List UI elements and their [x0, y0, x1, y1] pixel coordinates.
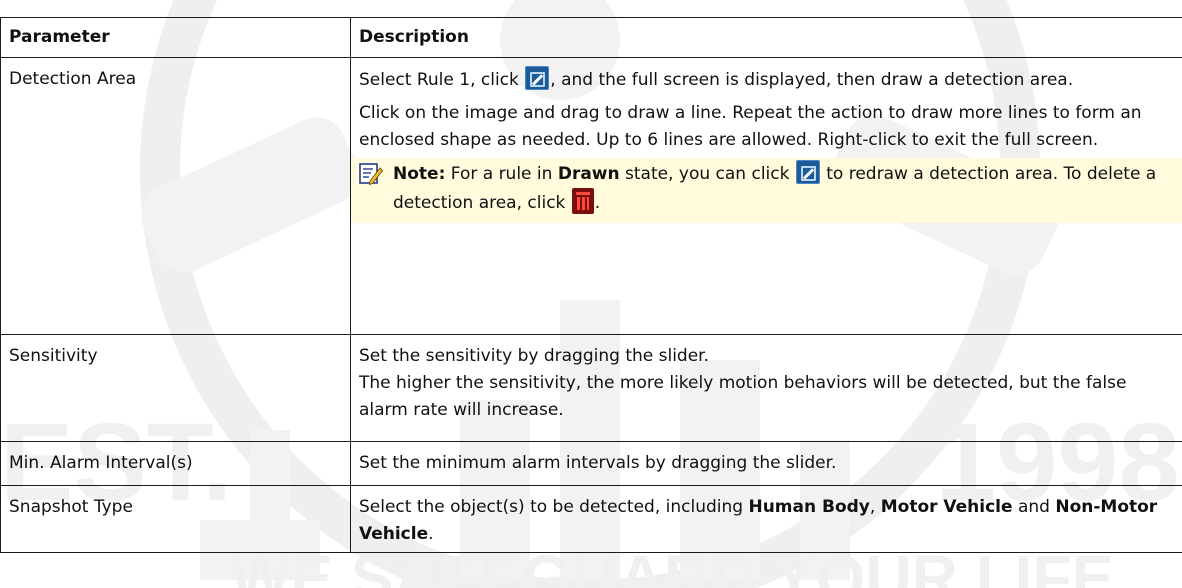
detection-text-a: Select Rule 1, click	[359, 70, 525, 90]
param-snapshot-type: Snapshot Type	[0, 485, 351, 553]
table-row-sensitivity: Sensitivity Set the sensitivity by dragg…	[0, 334, 1182, 442]
snapshot-text-e: and	[1012, 497, 1056, 517]
sensitivity-para-1: Set the sensitivity by dragging the slid…	[359, 346, 710, 366]
detection-para-1: Select Rule 1, click , and the full scre…	[359, 66, 1174, 94]
note-text-c: state, you can click	[619, 164, 795, 184]
note-text: Note: For a rule in Drawn state, you can…	[393, 160, 1174, 217]
table-header-row: Parameter Description	[0, 17, 1182, 58]
snapshot-text-a: Select the object(s) to be detected, inc…	[359, 497, 749, 517]
table-row-snapshot-type: Snapshot Type Select the object(s) to be…	[0, 485, 1182, 553]
note-label: Note:	[393, 164, 446, 184]
note-pencil-icon	[359, 163, 383, 186]
table-row-detection-area: Detection Area Select Rule 1, click , an…	[0, 57, 1182, 335]
header-parameter: Parameter	[0, 17, 351, 58]
detection-para-2: Click on the image and drag to draw a li…	[359, 103, 1142, 150]
table-row-min-alarm-interval: Min. Alarm Interval(s) Set the minimum a…	[0, 441, 1182, 486]
edit-area-icon	[795, 160, 820, 184]
snapshot-human-body: Human Body	[748, 497, 870, 517]
delete-area-icon	[571, 188, 594, 214]
header-description: Description	[350, 17, 1182, 58]
note-text-a: For a rule in	[445, 164, 558, 184]
param-detection-area: Detection Area	[0, 57, 351, 335]
desc-min-alarm-interval: Set the minimum alarm intervals by dragg…	[350, 441, 1182, 486]
param-min-alarm-interval: Min. Alarm Interval(s)	[0, 441, 351, 486]
note-text-e: .	[594, 193, 601, 213]
snapshot-text-g: .	[428, 524, 434, 544]
note-drawn-term: Drawn	[557, 164, 620, 184]
parameter-table: Parameter Description Detection Area Sel…	[0, 17, 1182, 553]
snapshot-motor-vehicle: Motor Vehicle	[880, 497, 1013, 517]
edit-area-icon	[525, 66, 550, 90]
param-sensitivity: Sensitivity	[0, 334, 351, 442]
note-box: Note: For a rule in Drawn state, you can…	[351, 158, 1182, 223]
snapshot-text-c: ,	[869, 497, 881, 517]
note-line: Note: For a rule in Drawn state, you can…	[359, 160, 1174, 217]
desc-detection-area: Select Rule 1, click , and the full scre…	[350, 57, 1182, 335]
detection-text-b: , and the full screen is displayed, then…	[550, 70, 1074, 90]
desc-sensitivity: Set the sensitivity by dragging the slid…	[350, 334, 1182, 442]
sensitivity-para-2: The higher the sensitivity, the more lik…	[359, 373, 1127, 420]
desc-snapshot-type: Select the object(s) to be detected, inc…	[350, 485, 1182, 553]
